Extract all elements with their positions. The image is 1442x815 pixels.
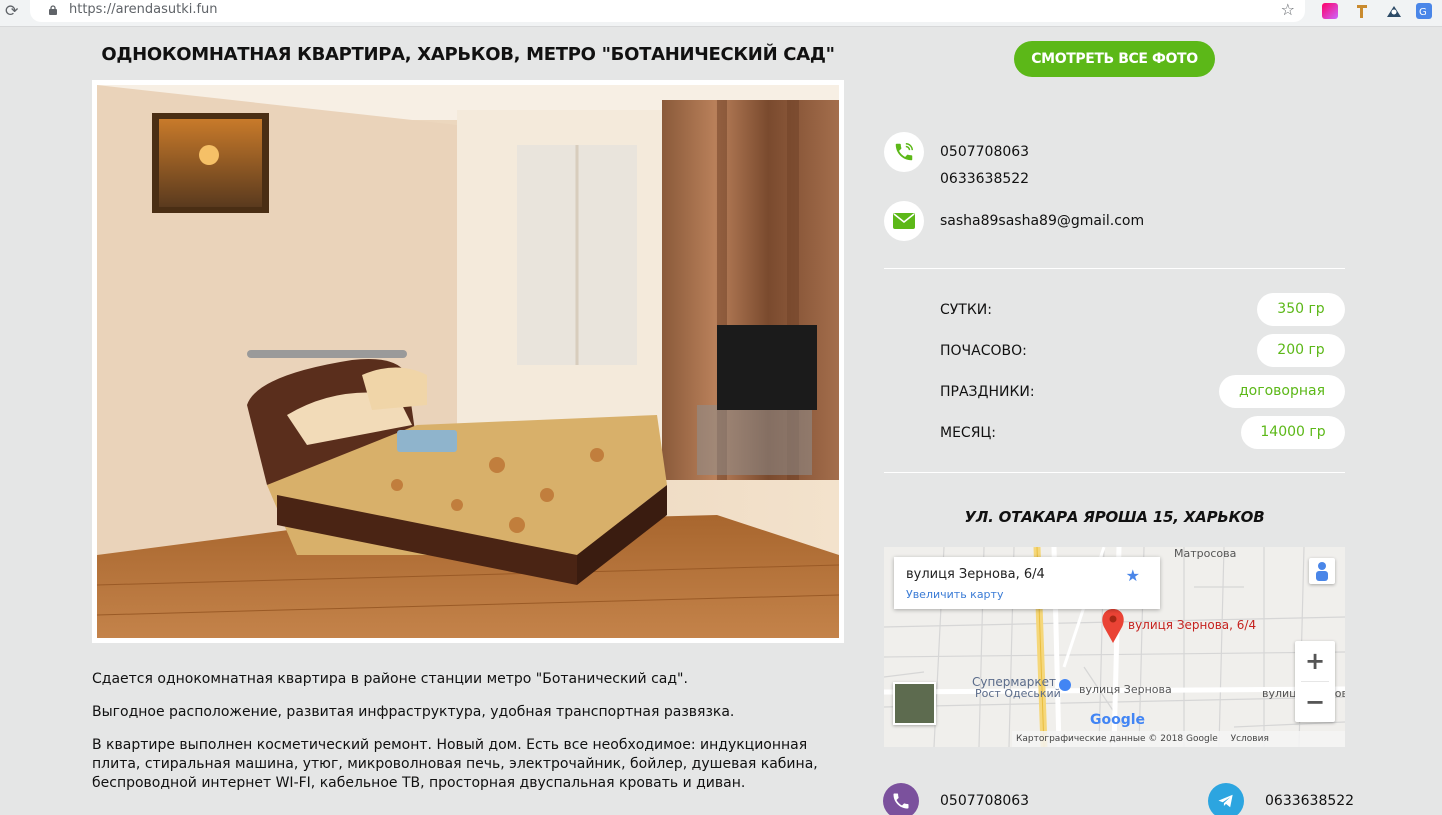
divider [884,472,1345,473]
map-data-credit: Картографические данные © 2018 Google [1016,734,1218,744]
price-label-month: МЕСЯЦ: [940,425,997,441]
google-logo: Google [1090,712,1146,728]
street-view-pegman-icon[interactable] [1309,558,1335,584]
listing-title: ОДНОКОМНАТНАЯ КВАРТИРА, ХАРЬКОВ, МЕТРО "… [101,44,835,65]
price-value-month: 14000 гр [1241,416,1345,449]
phone-icon [884,132,924,172]
lock-icon [49,5,57,15]
address-bar[interactable]: https://arendasutki.fun ☆ [30,0,1305,22]
info-window-title: вулиця Зернова, 6/4 [906,567,1045,582]
map-info-window: вулиця Зернова, 6/4 Увеличить карту ★ [894,557,1160,609]
price-value-day: 350 гр [1257,293,1345,326]
email-address[interactable]: sasha89sasha89@gmail.com [940,213,1144,229]
listing-description: Сдается однокомнатная квартира в районе … [92,670,832,807]
satellite-toggle-button[interactable] [893,682,936,725]
price-label-holidays: ПРАЗДНИКИ: [940,384,1035,400]
viber-icon[interactable] [883,783,919,815]
description-paragraph: В квартире выполнен косметический ремонт… [92,737,818,791]
extension-icon[interactable] [1322,3,1338,19]
telegram-phone-number[interactable]: 0633638522 [1265,793,1354,809]
poi-label: Рост Одеський [975,687,1061,700]
envelope-icon [884,201,924,241]
map-zoom-control: + − [1295,641,1335,722]
viber-phone-number[interactable]: 0507708063 [940,793,1029,809]
bedroom-photo-image [97,85,839,638]
street-label: вулиця Зернова [1079,683,1172,696]
price-label-hourly: ПОЧАСОВО: [940,343,1027,359]
map-attribution: Картографические данные © 2018 Google Ус… [1012,731,1345,747]
price-label-day: СУТКИ: [940,302,992,318]
price-value-holidays: договорная [1219,375,1345,408]
enlarge-map-link[interactable]: Увеличить карту [906,588,1003,601]
street-label: Матросова [1174,547,1237,560]
address-heading: УЛ. ОТАКАРА ЯРОША 15, ХАРЬКОВ [964,508,1265,526]
zoom-out-button[interactable]: − [1295,682,1335,722]
extension-icon[interactable] [1386,3,1402,19]
google-map[interactable]: вулиця Зернова, 6/4 Увеличить карту ★ Ма… [884,547,1345,747]
extension-icon[interactable] [1354,3,1370,19]
price-value-hourly: 200 гр [1257,334,1345,367]
map-pin-label: вулиця Зернова, 6/4 [1128,618,1257,632]
svg-text:G: G [1419,7,1427,18]
apartment-photo[interactable] [92,80,844,643]
view-all-photos-button[interactable]: СМОТРЕТЬ ВСЕ ФОТО [1014,41,1215,77]
divider [884,268,1345,269]
description-paragraph: Сдается однокомнатная квартира в районе … [92,671,688,687]
phone-number-secondary[interactable]: 0633638522 [940,171,1029,187]
browser-toolbar: ⟳ https://arendasutki.fun ☆ G [0,0,1442,27]
phone-number-primary[interactable]: 0507708063 [940,144,1029,160]
translate-extension-icon[interactable]: G [1416,3,1432,19]
zoom-in-button[interactable]: + [1295,641,1335,681]
url-text[interactable]: https://arendasutki.fun [69,2,218,17]
save-place-star-icon[interactable]: ★ [1126,566,1140,585]
telegram-icon[interactable] [1208,783,1244,815]
description-paragraph: Выгодное расположение, развитая инфрастр… [92,704,735,720]
reload-icon[interactable]: ⟳ [5,2,18,20]
bookmark-star-icon[interactable]: ☆ [1281,0,1295,19]
